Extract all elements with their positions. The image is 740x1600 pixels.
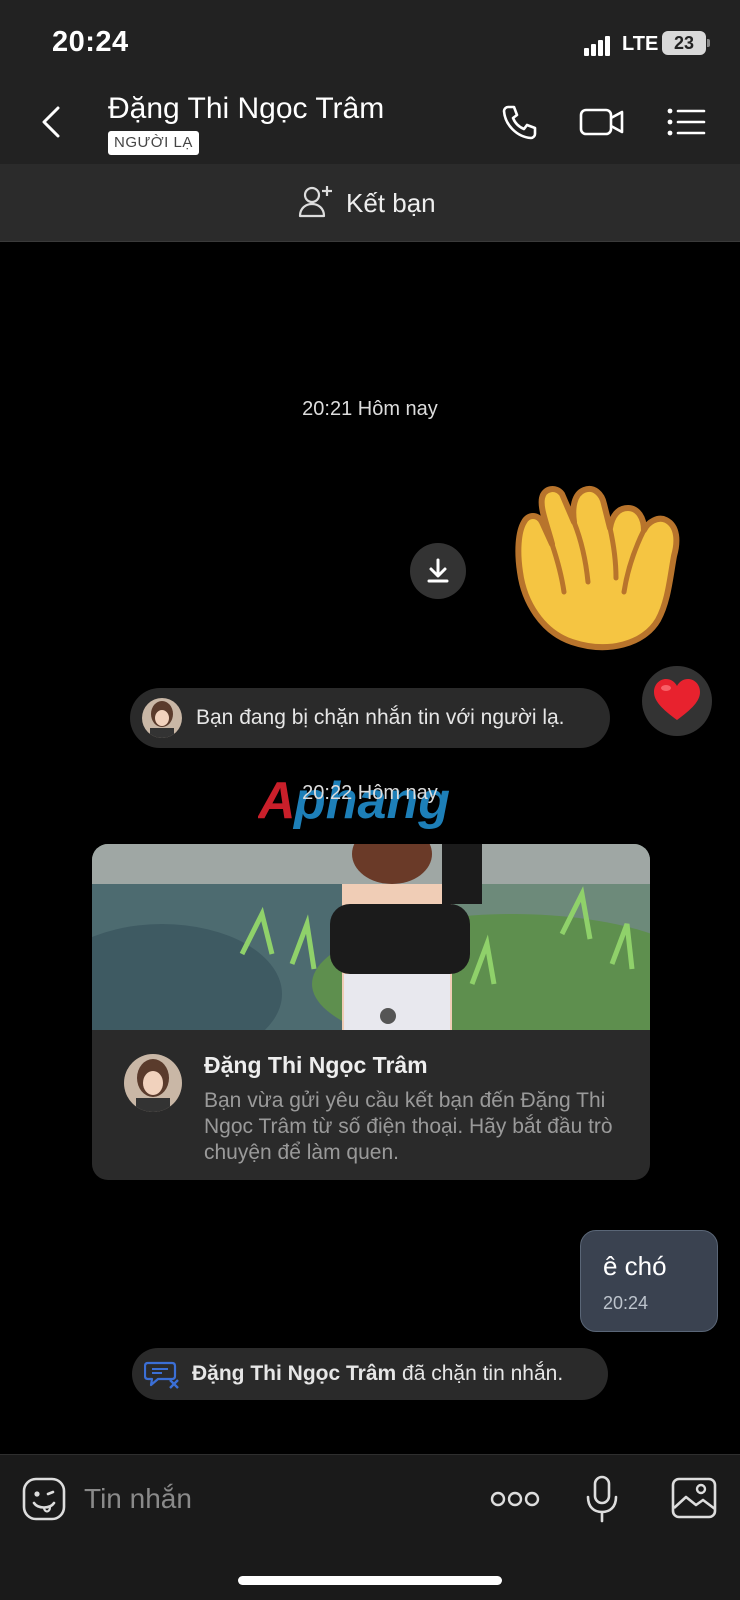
video-call-icon[interactable] [578,100,628,144]
avatar [142,698,182,738]
status-bar: 20:24 LTE 23 [0,0,740,80]
sticker-icon[interactable] [20,1475,68,1523]
add-friend-button[interactable]: Kết bạn [298,184,436,222]
card-contact-name: Đặng Thi Ngọc Trâm [204,1052,428,1078]
stranger-block-notice: Bạn đang bị chặn nhắn tin với người lạ. [130,688,610,748]
signal-icon [584,36,612,56]
message-text: ê chó [603,1251,667,1281]
friend-request-card[interactable]: Đặng Thi Ngọc Trâm Bạn vừa gửi yêu cầu k… [92,844,650,1180]
notice-text: Bạn đang bị chặn nhắn tin với người lạ. [196,706,565,729]
download-icon[interactable] [410,543,466,599]
blocked-suffix: đã chặn tin nhắn. [396,1362,564,1385]
card-description: Bạn vừa gửi yêu cầu kết bạn đến Đặng Thi… [204,1089,613,1164]
stranger-badge: NGƯỜI LẠ [108,131,199,155]
chat-area[interactable]: 20:21 Hôm nay Bạn đang bị chặn nhắn tin … [0,242,740,1454]
battery-icon: 23 [662,31,706,55]
menu-list-icon[interactable] [664,100,708,144]
gallery-icon[interactable] [670,1475,718,1523]
timestamp-divider: 20:21 Hôm nay [302,398,438,420]
phone-icon[interactable] [498,100,542,144]
message-input-bar: Tin nhắn [0,1454,740,1600]
network-type: LTE [622,33,659,55]
avatar[interactable] [124,1054,182,1112]
waving-hand-sticker[interactable] [512,482,692,652]
battery-tip [707,39,710,47]
chat-blocked-icon [144,1358,180,1390]
more-icon[interactable] [490,1475,540,1523]
status-time: 20:24 [52,26,129,58]
microphone-icon[interactable] [578,1475,626,1523]
message-input[interactable]: Tin nhắn [84,1479,454,1519]
add-friend-label: Kết bạn [346,187,436,218]
add-friend-bar[interactable]: Kết bạn [0,164,740,242]
blocked-notice: Đặng Thi Ngọc Trâm đã chặn tin nhắn. [132,1348,608,1400]
blocked-contact-name: Đặng Thi Ngọc Trâm [192,1362,397,1385]
back-icon[interactable] [30,100,74,144]
message-time: 20:24 [603,1293,649,1313]
timestamp-divider: 20:22 Hôm nay [302,782,438,804]
outgoing-message[interactable]: ê chó 20:24 [580,1230,718,1332]
chat-header: Đặng Thi Ngọc Trâm NGƯỜI LẠ [0,80,740,164]
add-user-icon [298,184,334,223]
home-indicator [238,1576,502,1585]
contact-name[interactable]: Đặng Thi Ngọc Trâm [108,92,384,126]
blocked-text: Đặng Thi Ngọc Trâm đã chặn tin nhắn. [192,1362,563,1386]
heart-reaction-icon[interactable] [642,666,712,736]
cover-photo [92,844,650,1064]
